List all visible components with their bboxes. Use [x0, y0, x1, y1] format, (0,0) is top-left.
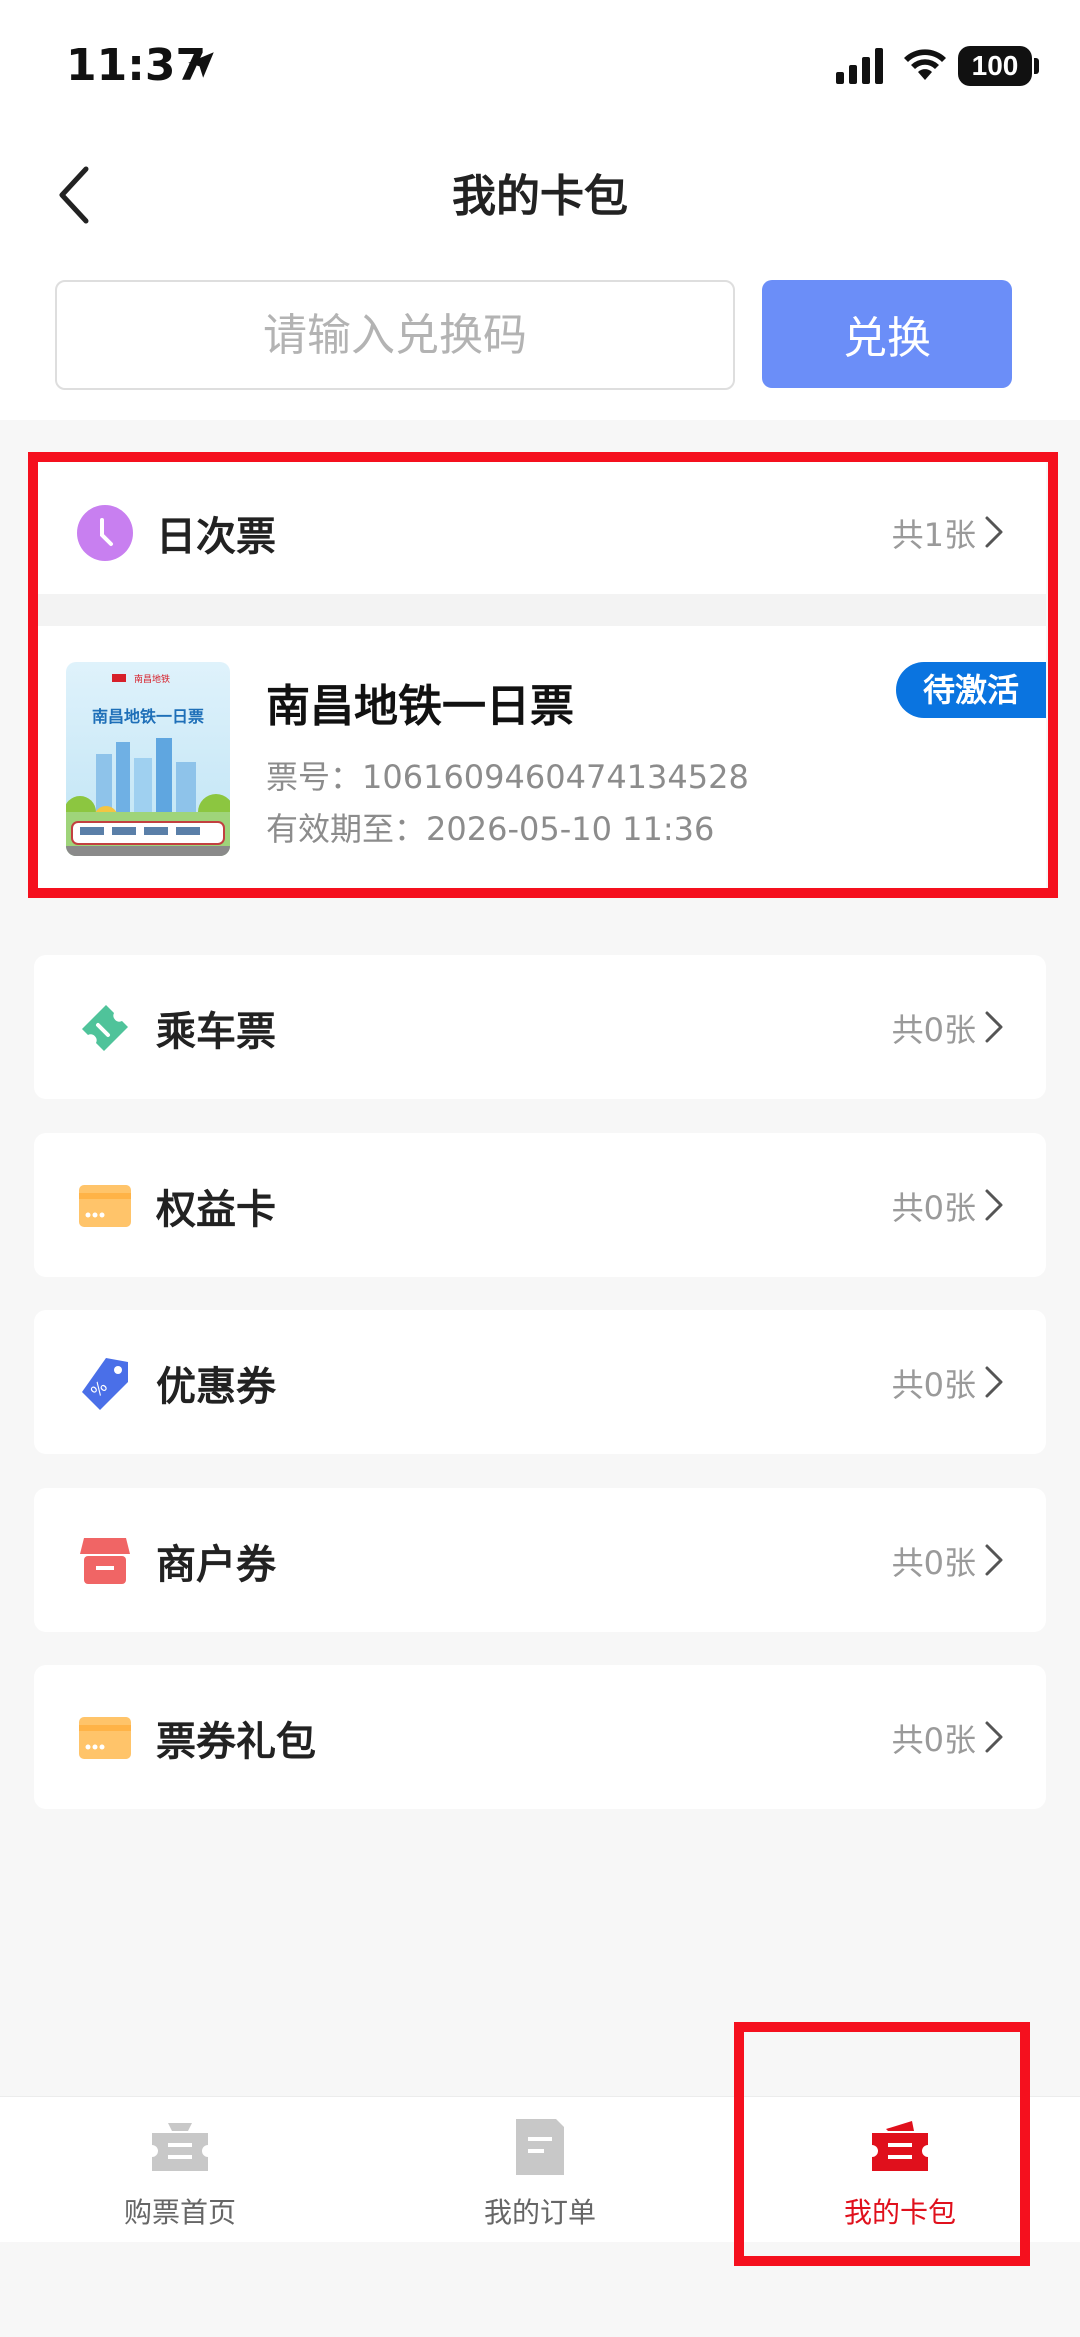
tab-my-wallet[interactable]: 我的卡包	[720, 2097, 1080, 2243]
section-gift-pack[interactable]: 票券礼包 共0张	[34, 1665, 1046, 1809]
redeem-code-input[interactable]	[55, 280, 735, 390]
store-icon	[80, 1538, 130, 1584]
section-head: 商户券 共0张	[34, 1488, 1046, 1632]
ticket-card[interactable]: 南昌地铁 南昌地铁一日票 南昌地铁一日票 票号：1061609460474134…	[34, 626, 1046, 890]
signal-icon	[836, 48, 883, 84]
section-title: 优惠券	[156, 1364, 276, 1410]
ticket-thumbnail: 南昌地铁 南昌地铁一日票	[66, 662, 230, 856]
tab-label: 我的订单	[483, 2196, 596, 2229]
tab-my-orders[interactable]: 我的订单	[360, 2097, 720, 2243]
section-count: 共0张	[891, 1721, 976, 1759]
tab-label: 我的卡包	[843, 2196, 956, 2229]
bottom-tab-bar: 购票首页 我的订单 我的卡包	[0, 2096, 1080, 2242]
battery-icon: 100	[958, 46, 1032, 86]
thumb-caption: 南昌地铁一日票	[92, 707, 204, 726]
day-ticket-header[interactable]: 日次票 共1张	[34, 460, 1046, 604]
ticket-number: 票号：1061609460474134528	[266, 758, 749, 796]
chevron-right-icon	[985, 1011, 1003, 1043]
thumb-logo-text: 南昌地铁	[134, 673, 170, 685]
section-count: 共1张	[891, 516, 976, 554]
section-title: 权益卡	[156, 1187, 276, 1233]
tab-label: 购票首页	[123, 2196, 236, 2229]
section-count: 共0张	[891, 1544, 976, 1582]
section-count: 共0张	[891, 1011, 976, 1049]
section-head: 票券礼包 共0张	[34, 1665, 1046, 1809]
section-count: 共0张	[891, 1366, 976, 1404]
section-title: 日次票	[156, 514, 276, 560]
ticket-name: 南昌地铁一日票	[266, 681, 574, 732]
card-icon	[79, 1185, 131, 1227]
nav-header: 我的卡包	[0, 130, 1080, 260]
section-title: 商户券	[156, 1542, 276, 1588]
redeem-bar: 兑换	[0, 260, 1080, 420]
wallet-ticket-icon	[872, 2121, 928, 2171]
ticket-home-icon	[152, 2123, 208, 2171]
section-head: 权益卡 共0张	[34, 1133, 1046, 1277]
chevron-right-icon	[985, 1366, 1003, 1398]
section-title: 乘车票	[156, 1009, 276, 1055]
chevron-right-icon	[985, 516, 1003, 548]
chevron-right-icon	[985, 1189, 1003, 1221]
divider	[34, 594, 1046, 626]
clock-icon	[77, 505, 133, 561]
order-doc-icon	[516, 2119, 564, 2175]
section-head: % 优惠券 共0张	[34, 1310, 1046, 1454]
redeem-button[interactable]: 兑换	[762, 280, 1012, 388]
section-benefit-card[interactable]: 权益卡 共0张	[34, 1133, 1046, 1277]
section-ride-ticket[interactable]: 乘车票 共0张	[34, 955, 1046, 1099]
section-title: 票券礼包	[156, 1719, 316, 1765]
chevron-right-icon	[985, 1544, 1003, 1576]
status-badge: 待激活	[896, 662, 1046, 718]
wallet-page: 11:37 100 我的卡包 兑换	[0, 0, 1080, 2337]
ticket-expiry: 有效期至：2026-05-10 11:36	[266, 810, 715, 848]
page-title: 我的卡包	[452, 171, 628, 222]
tab-ticket-home[interactable]: 购票首页	[0, 2097, 360, 2243]
day-ticket-section: 日次票 共1张 南昌地铁 南昌地铁一日票 南昌地铁一日票 票号：10616094…	[34, 460, 1046, 890]
chevron-right-icon	[985, 1721, 1003, 1753]
gift-card-icon	[79, 1717, 131, 1759]
section-head: 乘车票 共0张	[34, 955, 1046, 1099]
battery-tip	[1034, 58, 1039, 74]
status-bar: 11:37 100	[0, 0, 1080, 130]
section-merchant-coupon[interactable]: 商户券 共0张	[34, 1488, 1046, 1632]
wifi-icon	[904, 49, 946, 80]
section-count: 共0张	[891, 1189, 976, 1227]
section-coupon[interactable]: % 优惠券 共0张	[34, 1310, 1046, 1454]
ticket-icon	[82, 1005, 128, 1051]
home-indicator-area	[0, 2242, 1080, 2337]
location-arrow-icon	[188, 52, 214, 78]
coupon-tag-icon: %	[82, 1358, 128, 1410]
